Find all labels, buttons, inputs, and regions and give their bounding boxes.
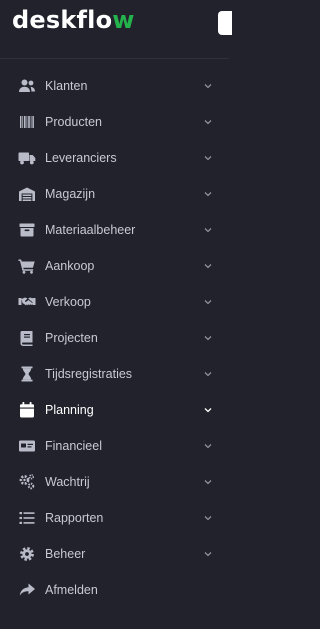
sidebar-item-aankoop[interactable]: Aankoop [0, 248, 229, 284]
chevron-down-icon [203, 261, 213, 271]
shopping-cart-icon [18, 257, 36, 275]
logo-text: deskflo [12, 6, 113, 34]
sidebar-item-projecten[interactable]: Projecten [0, 320, 229, 356]
sidebar-item-label: Wachtrij [45, 475, 90, 489]
sidebar-item-tijdsregistraties[interactable]: Tijdsregistraties [0, 356, 229, 392]
chevron-down-icon [203, 477, 213, 487]
sidebar-item-beheer[interactable]: Beheer [0, 536, 229, 572]
hourglass-icon [18, 365, 36, 383]
sidebar-item-leveranciers[interactable]: Leveranciers [0, 140, 229, 176]
id-card-icon [18, 437, 36, 455]
warehouse-icon [18, 185, 36, 203]
header-divider [0, 58, 229, 59]
sidebar-item-materiaalbeheer[interactable]: Materiaalbeheer [0, 212, 229, 248]
sidebar-item-label: Producten [45, 115, 102, 129]
sidebar-item-label: Materiaalbeheer [45, 223, 136, 237]
sidebar-item-label: Financieel [45, 439, 102, 453]
sidebar-item-klanten[interactable]: Klanten [0, 68, 229, 104]
sidebar-item-label: Rapporten [45, 511, 104, 525]
sidebar: deskflow Klanten Producten Leveranciers [0, 0, 232, 629]
sidebar-item-rapporten[interactable]: Rapporten [0, 500, 229, 536]
sidebar-item-wachtrij[interactable]: Wachtrij [0, 464, 229, 500]
sidebar-item-label: Magazijn [45, 187, 96, 201]
sidebar-item-verkoop[interactable]: Verkoop [0, 284, 229, 320]
chevron-down-icon [203, 153, 213, 163]
chevron-down-icon [203, 297, 213, 307]
archive-box-icon [18, 221, 36, 239]
sidebar-item-planning[interactable]: Planning [0, 392, 229, 428]
sidebar-item-label: Verkoop [45, 295, 91, 309]
barcode-icon [18, 113, 36, 131]
chevron-down-icon [203, 549, 213, 559]
cogs-icon [18, 473, 36, 491]
chevron-down-icon [203, 441, 213, 451]
handshake-icon [18, 293, 36, 311]
share-arrow-icon [18, 581, 36, 599]
gear-icon [18, 545, 36, 563]
sidebar-item-magazijn[interactable]: Magazijn [0, 176, 229, 212]
sidebar-item-afmelden[interactable]: Afmelden [0, 572, 229, 608]
chevron-down-icon [203, 189, 213, 199]
book-icon [18, 329, 36, 347]
chevron-down-icon [203, 513, 213, 523]
sidebar-item-label: Projecten [45, 331, 98, 345]
sidebar-item-financieel[interactable]: Financieel [0, 428, 229, 464]
list-icon [18, 509, 36, 527]
sidebar-item-label: Tijdsregistraties [45, 367, 133, 381]
sidebar-item-label: Beheer [45, 547, 86, 561]
sidebar-item-label: Afmelden [45, 583, 98, 597]
sidebar-item-producten[interactable]: Producten [0, 104, 229, 140]
truck-icon [18, 149, 36, 167]
chevron-down-icon [203, 117, 213, 127]
chevron-down-icon [203, 369, 213, 379]
deskflow-logo[interactable]: deskflow [12, 6, 135, 34]
sidebar-item-label: Planning [45, 403, 94, 417]
sidebar-item-label: Klanten [45, 79, 88, 93]
sidebar-nav: Klanten Producten Leveranciers Magazijn [0, 68, 229, 608]
sidebar-collapse-button[interactable] [218, 11, 232, 35]
sidebar-item-label: Aankoop [45, 259, 95, 273]
chevron-down-icon [203, 405, 213, 415]
sidebar-item-label: Leveranciers [45, 151, 117, 165]
chevron-down-icon [203, 81, 213, 91]
logo-accent: w [112, 6, 135, 34]
calendar-icon [18, 401, 36, 419]
chevron-down-icon [203, 225, 213, 235]
chevron-down-icon [203, 333, 213, 343]
users-icon [18, 77, 36, 95]
